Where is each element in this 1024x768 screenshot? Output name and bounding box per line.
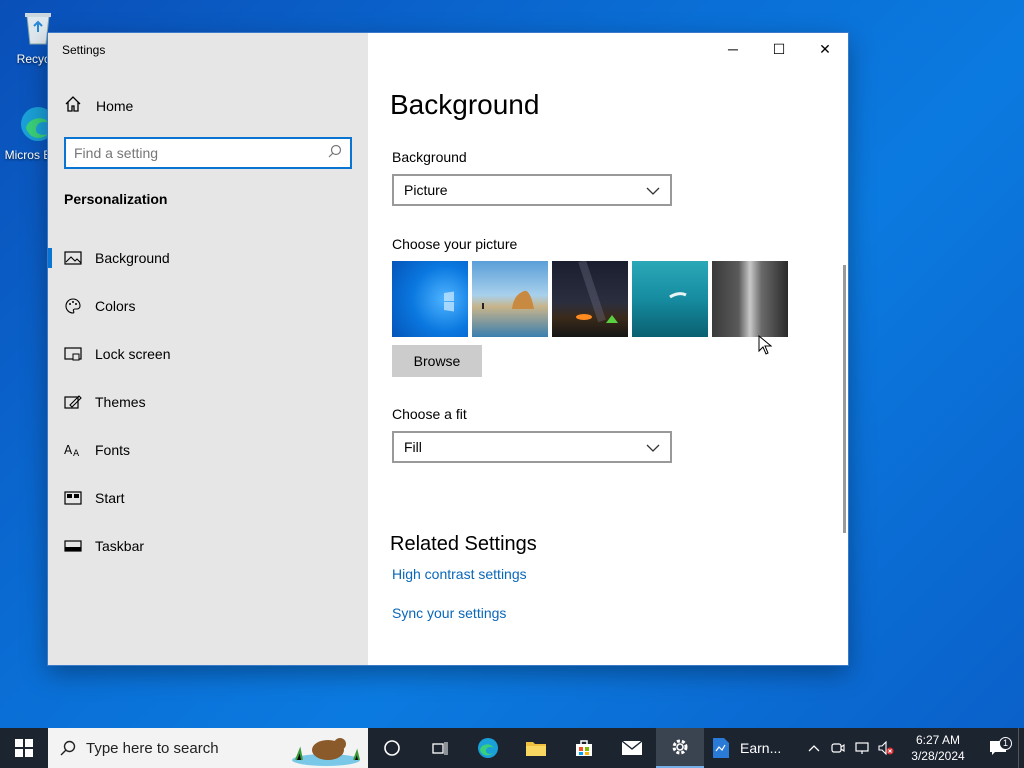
chevron-down-icon	[646, 439, 660, 455]
volume-muted-icon[interactable]	[874, 741, 898, 755]
picture-thumbnails	[392, 261, 788, 337]
sidebar-item-label: Themes	[95, 394, 146, 410]
sidebar: Settings Home Personalization Background…	[48, 33, 368, 665]
taskbar-file-explorer[interactable]	[512, 728, 560, 768]
related-settings-title: Related Settings	[390, 533, 537, 555]
meet-now-icon[interactable]	[826, 742, 850, 754]
chevron-down-icon	[646, 182, 660, 198]
window-title: Settings	[62, 43, 106, 57]
start-icon	[64, 489, 82, 507]
main-content: Background Background Picture Choose you…	[390, 33, 848, 665]
page-title: Background	[390, 89, 540, 120]
choose-picture-label: Choose your picture	[392, 236, 518, 252]
thumbnail-waterfall[interactable]	[712, 261, 788, 337]
thumbnail-beach-rocks[interactable]	[472, 261, 548, 337]
svg-text:A: A	[73, 449, 80, 458]
svg-text:A: A	[64, 443, 73, 457]
sidebar-item-label: Colors	[95, 298, 136, 314]
taskbar-settings[interactable]	[656, 728, 704, 768]
fit-dropdown-value: Fill	[404, 439, 422, 455]
sidebar-item-label: Fonts	[95, 442, 131, 458]
mail-icon	[621, 740, 643, 755]
fit-label: Choose a fit	[392, 406, 467, 422]
thumbnail-windows-blue[interactable]	[392, 261, 468, 337]
taskbar-search-box[interactable]: Type here to search	[48, 728, 368, 768]
nav-list: Background Colors Lock screen Themes AA …	[48, 234, 368, 570]
themes-icon	[64, 393, 82, 411]
chevron-up-icon[interactable]	[802, 744, 826, 752]
mouse-cursor	[758, 334, 773, 360]
system-tray: 6:27 AM 3/28/2024 1	[802, 728, 1024, 768]
fit-dropdown[interactable]: Fill	[392, 431, 672, 463]
palette-icon	[64, 297, 82, 315]
task-view-button[interactable]	[416, 728, 464, 768]
sidebar-item-taskbar[interactable]: Taskbar	[48, 522, 368, 570]
browse-button[interactable]: Browse	[392, 345, 482, 377]
task-view-icon	[432, 742, 448, 755]
notification-badge: 1	[999, 737, 1012, 750]
store-bag-icon	[576, 740, 592, 756]
sidebar-item-label: Background	[95, 250, 170, 266]
search-box[interactable]	[64, 137, 352, 169]
background-label: Background	[392, 149, 467, 165]
clock-date: 3/28/2024	[911, 749, 965, 763]
sidebar-item-colors[interactable]: Colors	[48, 282, 368, 330]
taskbar-edge[interactable]	[464, 728, 512, 768]
background-dropdown-value: Picture	[404, 182, 448, 198]
sidebar-item-background[interactable]: Background	[48, 234, 368, 282]
start-button[interactable]	[0, 728, 48, 768]
taskbar-app-label: Earn...	[740, 740, 782, 756]
home-link[interactable]: Home	[64, 95, 133, 116]
sidebar-item-label: Taskbar	[95, 538, 145, 554]
search-icon[interactable]	[328, 144, 342, 163]
search-icon	[60, 740, 76, 756]
sidebar-item-start[interactable]: Start	[48, 474, 368, 522]
lock-screen-icon	[64, 345, 82, 363]
notification-center-button[interactable]: 1	[978, 737, 1018, 756]
clock-time: 6:27 AM	[915, 733, 961, 747]
taskbar-app-earn[interactable]: Earn...	[704, 728, 800, 768]
home-label: Home	[96, 97, 134, 114]
high-contrast-link[interactable]: High contrast settings	[392, 566, 527, 582]
show-desktop-button[interactable]	[1018, 728, 1024, 768]
cortana-button[interactable]	[368, 728, 416, 768]
home-icon	[64, 95, 82, 116]
sidebar-item-label: Lock screen	[95, 346, 171, 362]
sidebar-item-label: Start	[95, 490, 125, 506]
picture-icon	[64, 249, 82, 267]
scrollbar[interactable]	[843, 265, 846, 533]
taskbar-search-placeholder: Type here to search	[86, 739, 219, 757]
capybara-illustration-icon	[290, 730, 364, 768]
folder-icon	[526, 742, 546, 756]
cortana-circle-icon	[384, 740, 400, 756]
thumbnail-underwater[interactable]	[632, 261, 708, 337]
fonts-icon: AA	[64, 441, 82, 459]
sidebar-item-lock-screen[interactable]: Lock screen	[48, 330, 368, 378]
sidebar-item-themes[interactable]: Themes	[48, 378, 368, 426]
background-dropdown[interactable]: Picture	[392, 174, 672, 206]
section-title: Personalization	[64, 191, 168, 207]
gear-icon	[672, 739, 688, 755]
network-icon[interactable]	[850, 742, 874, 754]
edge-icon	[478, 738, 498, 758]
clock[interactable]: 6:27 AM 3/28/2024	[898, 732, 978, 764]
taskbar-icon	[64, 537, 82, 555]
search-input[interactable]	[74, 145, 328, 161]
sidebar-item-fonts[interactable]: AA Fonts	[48, 426, 368, 474]
taskbar-store[interactable]	[560, 728, 608, 768]
taskbar-mail[interactable]	[608, 728, 656, 768]
taskbar: Type here to search Earn... 6:27 AM 3/28…	[0, 728, 1024, 768]
thumbnail-night-sky[interactable]	[552, 261, 628, 337]
windows-logo-icon	[15, 739, 33, 757]
document-icon	[713, 738, 729, 758]
sync-settings-link[interactable]: Sync your settings	[392, 605, 506, 621]
settings-window: Settings Home Personalization Background…	[48, 33, 848, 665]
